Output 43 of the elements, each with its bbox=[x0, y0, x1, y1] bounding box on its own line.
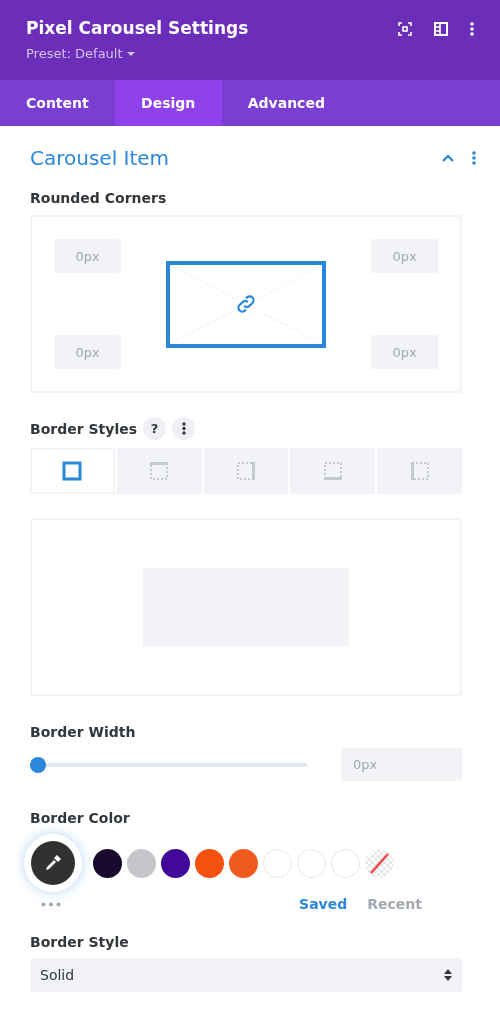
color-swatch[interactable] bbox=[263, 848, 292, 878]
tab[interactable]: Content bbox=[0, 80, 115, 126]
panel-title: Pixel Carousel Settings bbox=[26, 18, 249, 38]
palette-tab[interactable]: Recent bbox=[367, 896, 422, 912]
dotted-square-icon bbox=[322, 461, 343, 481]
more-icon bbox=[181, 422, 186, 435]
chevron-up-icon[interactable] bbox=[442, 154, 454, 162]
caret-icon bbox=[126, 50, 135, 57]
border-side-tab[interactable] bbox=[30, 448, 115, 494]
field-label: Border Style bbox=[30, 934, 130, 950]
field-label: Border Width bbox=[30, 724, 137, 740]
border-style-select[interactable]: Solid bbox=[30, 958, 462, 992]
no-color-swatch[interactable] bbox=[365, 848, 394, 878]
field-label: Border Color bbox=[30, 810, 131, 826]
dotted-square-icon bbox=[149, 461, 170, 481]
more-button[interactable] bbox=[172, 417, 196, 440]
tab[interactable]: Advanced bbox=[221, 80, 351, 126]
field-label: Border Styles bbox=[30, 420, 138, 437]
color-picker-button[interactable] bbox=[24, 834, 82, 892]
color-swatch[interactable] bbox=[331, 848, 360, 878]
focus-icon[interactable] bbox=[398, 22, 412, 36]
color-swatch[interactable] bbox=[195, 848, 224, 878]
section-title: Carousel Item bbox=[30, 146, 170, 170]
more-icon[interactable] bbox=[470, 22, 474, 36]
color-swatch[interactable] bbox=[297, 848, 326, 878]
help-button[interactable]: ? bbox=[143, 417, 167, 440]
sidebar-icon[interactable] bbox=[434, 22, 448, 36]
dotted-square-icon bbox=[409, 461, 430, 481]
sort-arrows-icon bbox=[444, 969, 452, 981]
dotted-square-icon bbox=[236, 461, 256, 481]
more-icon[interactable] bbox=[472, 151, 476, 165]
palette-tab[interactable]: Saved bbox=[299, 896, 348, 912]
tab[interactable]: Design bbox=[114, 80, 222, 126]
preset-dropdown[interactable]: Preset: Default bbox=[26, 46, 249, 61]
color-swatch[interactable] bbox=[161, 848, 190, 878]
width-field[interactable]: 0px bbox=[341, 748, 462, 781]
color-swatch[interactable] bbox=[93, 848, 122, 878]
color-swatch[interactable] bbox=[229, 848, 258, 878]
slider-thumb[interactable] bbox=[30, 756, 46, 773]
field-label: Rounded Corners bbox=[30, 190, 168, 206]
square-icon bbox=[62, 461, 83, 481]
color-swatch[interactable] bbox=[127, 848, 156, 878]
eyedropper-icon bbox=[43, 853, 63, 873]
